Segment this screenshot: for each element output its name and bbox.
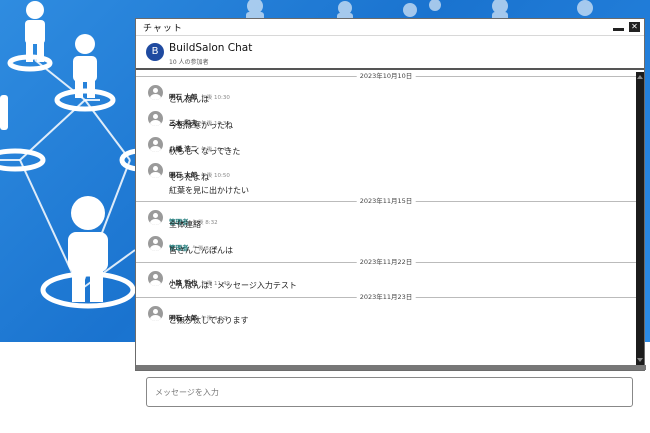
user-avatar-icon <box>148 137 163 152</box>
date-divider: 2023年11月22日 <box>136 258 636 267</box>
scroll-up-icon[interactable] <box>637 75 643 79</box>
message-item: 八幡 浩二 午後 10:45 秋らしくなってきた <box>136 133 636 159</box>
message-item: 三木 和夫 午後 10:35 今朝は寒かったね <box>136 107 636 133</box>
user-avatar-icon <box>148 306 163 321</box>
user-avatar-icon <box>148 111 163 126</box>
message-text: ご無沙汰しております <box>169 316 249 325</box>
message-item: 管理者 午後 8:36 皆さんこんばんは <box>136 232 636 258</box>
message-text: こんばんは！メッセージ入力テスト <box>169 281 297 290</box>
message-item: 明石 太郎 午後 9:12 ご無沙汰しております <box>136 302 636 328</box>
close-button[interactable]: ✕ <box>629 22 640 32</box>
user-avatar-icon <box>148 85 163 100</box>
message-text: 紅葉を見に出かけたい <box>169 186 249 195</box>
chat-avatar: B <box>146 43 164 61</box>
user-avatar-icon <box>148 163 163 178</box>
date-divider: 2023年11月23日 <box>136 293 636 302</box>
message-text: そうだよね <box>169 173 209 182</box>
message-composer <box>146 377 633 407</box>
window-titlebar[interactable]: チャット ✕ <box>136 19 644 36</box>
scroll-down-icon[interactable] <box>637 358 643 362</box>
user-avatar-icon <box>148 210 163 225</box>
chat-window: チャット ✕ B BuildSalon Chat 10 人の参加者 2023年1… <box>135 18 646 371</box>
message-item: 明石 太郎 午後 10:50 そうだよね 紅葉を見に出かけたい <box>136 159 636 197</box>
message-item: 管理者 午後 8:32 全体連絡 <box>136 206 636 232</box>
message-text: 皆さんこんばんは <box>169 246 233 255</box>
chat-header: B BuildSalon Chat 10 人の参加者 <box>136 36 644 70</box>
minimize-button[interactable] <box>613 22 624 32</box>
user-avatar-icon <box>148 236 163 251</box>
window-bottom-border <box>136 365 646 370</box>
message-scrollbar[interactable] <box>636 72 644 365</box>
message-item: 明石 太郎 午後 10:30 こんばんは <box>136 81 636 107</box>
message-text: 今朝は寒かったね <box>169 121 233 130</box>
message-text: 秋らしくなってきた <box>169 147 241 156</box>
message-text: 全体連絡 <box>169 220 201 229</box>
chat-title: BuildSalon Chat <box>169 42 253 54</box>
date-divider: 2023年11月15日 <box>136 197 636 206</box>
window-title: チャット <box>143 24 183 34</box>
date-divider: 2023年10月10日 <box>136 72 636 81</box>
message-text: こんばんは <box>169 95 209 104</box>
participant-count: 10 人の参加者 <box>169 59 209 66</box>
user-avatar-icon <box>148 271 163 286</box>
message-list: 2023年10月10日 明石 太郎 午後 10:30 こんばんは 三木 和夫 午後 … <box>136 72 636 364</box>
message-item: 小路 哲也 午後 11:49 こんばんは！メッセージ入力テスト <box>136 267 636 293</box>
message-input[interactable] <box>147 378 632 406</box>
